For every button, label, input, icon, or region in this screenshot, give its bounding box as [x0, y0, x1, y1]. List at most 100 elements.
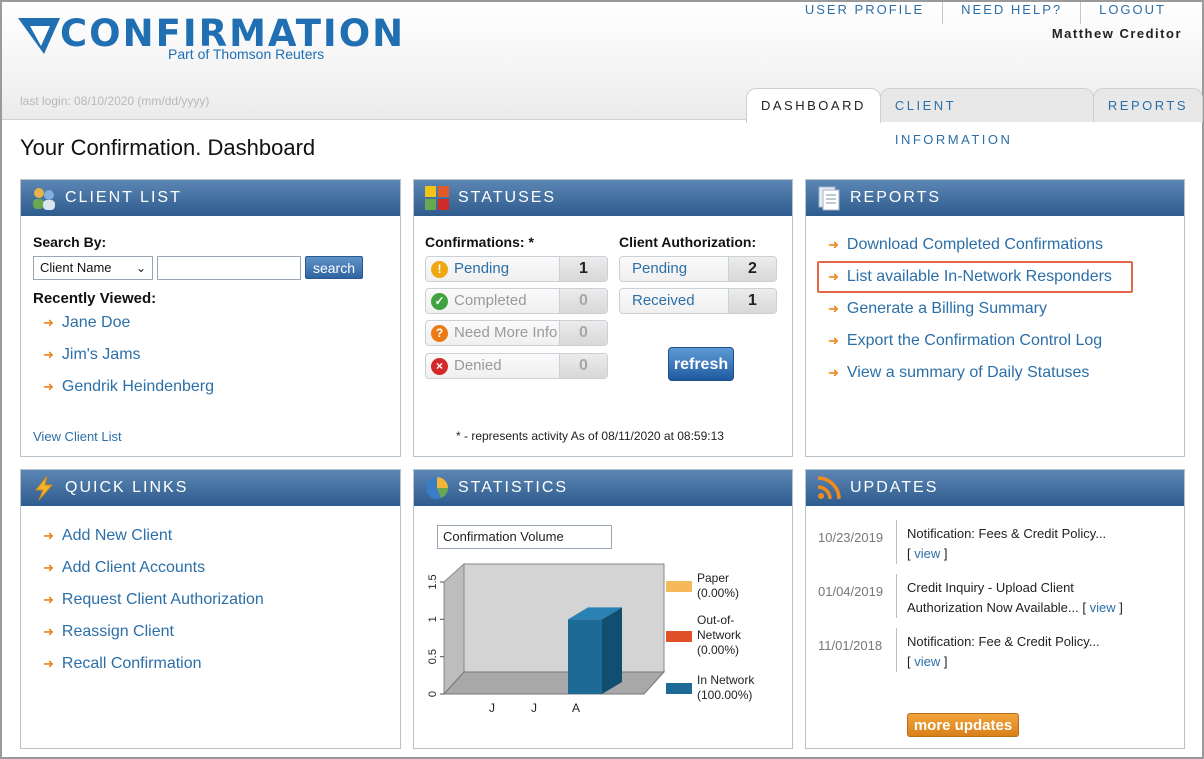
user-profile-link[interactable]: USER PROFILE	[787, 2, 942, 24]
chevron-down-icon: ⌄	[135, 261, 146, 275]
need-help-link[interactable]: NEED HELP?	[942, 2, 1080, 24]
report-link[interactable]: ➜ View a summary of Daily Statuses	[828, 364, 1089, 382]
logo-subtitle: Part of Thomson Reuters	[168, 46, 325, 62]
report-link[interactable]: ➜ List available In-Network Responders	[828, 268, 1112, 286]
people-icon	[33, 188, 55, 210]
view-update-link[interactable]: view	[1090, 600, 1116, 615]
arrow-right-icon: ➜	[43, 347, 54, 362]
report-link[interactable]: ➜ Export the Confirmation Control Log	[828, 332, 1102, 350]
chart-frame	[442, 562, 666, 696]
statistics-header: STATISTICS	[414, 470, 792, 506]
chart-side-wall	[443, 562, 465, 696]
update-text: Notification: Fee & Credit Policy... [ v…	[907, 634, 1100, 669]
arrow-right-icon: ➜	[828, 333, 839, 348]
updates-title: UPDATES	[850, 479, 939, 496]
legend-swatch-paper	[666, 581, 692, 592]
arrow-right-icon: ➜	[828, 269, 839, 284]
more-updates-button[interactable]: more updates	[907, 713, 1019, 737]
quick-link[interactable]: ➜ Add New Client	[43, 527, 172, 545]
legend-paper: Paper (0.00%)	[697, 571, 740, 600]
statuses-panel: STATUSES Confirmations: * Client Authori…	[413, 179, 793, 457]
search-input[interactable]	[157, 256, 301, 280]
legend-swatch-in-network	[666, 683, 692, 694]
update-divider	[896, 628, 897, 672]
confirmation-status-denied[interactable]: × Denied 0	[425, 353, 608, 379]
client-list-panel: CLIENT LIST Search By: Client Name ⌄ sea…	[20, 179, 401, 457]
search-by-value: Client Name	[40, 260, 112, 275]
header: CONFIRMATION Part of Thomson Reuters las…	[2, 2, 1203, 147]
check-icon: ✓	[431, 293, 448, 310]
bar-side	[602, 607, 622, 694]
reports-header: REPORTS	[806, 180, 1184, 216]
pie-chart-icon	[426, 477, 448, 499]
update-date: 11/01/2018	[818, 638, 883, 653]
tab-dashboard[interactable]: DASHBOARD	[746, 88, 881, 123]
refresh-button[interactable]: refresh	[668, 347, 734, 381]
view-update-link[interactable]: view	[914, 654, 940, 669]
recent-client-item[interactable]: ➜ Gendrik Heindenberg	[43, 378, 214, 396]
report-link[interactable]: ➜ Download Completed Confirmations	[828, 236, 1103, 254]
quick-links-panel: QUICK LINKS ➜ Add New Client ➜ Add Client …	[20, 469, 401, 749]
search-by-select[interactable]: Client Name ⌄	[33, 256, 153, 280]
update-text: Notification: Fees & Credit Policy... [ …	[907, 526, 1107, 561]
y-tick-label: 0.5	[427, 649, 439, 664]
last-login: last login: 08/10/2020 (mm/dd/yyyy)	[20, 94, 210, 108]
page-title: Your Confirmation. Dashboard	[20, 135, 316, 160]
client-list-header: CLIENT LIST	[21, 180, 400, 216]
x-tick-label: J	[531, 701, 537, 714]
recent-client-item[interactable]: ➜ Jane Doe	[43, 314, 130, 332]
x-icon: ×	[431, 358, 448, 375]
search-by-label: Search By:	[33, 234, 107, 250]
view-client-list-link[interactable]: View Client List	[33, 429, 122, 444]
recently-viewed-label: Recently Viewed:	[33, 290, 157, 307]
update-text: Credit Inquiry - Upload Client Authoriza…	[907, 580, 1123, 615]
status-grid-icon	[425, 186, 449, 210]
confirmation-status-pending[interactable]: ! Pending 1	[425, 256, 608, 282]
confirmations-label: Confirmations: *	[425, 234, 534, 250]
quick-link[interactable]: ➜ Reassign Client	[43, 623, 174, 641]
top-nav: USER PROFILE NEED HELP? LOGOUT	[787, 2, 1184, 24]
quick-link[interactable]: ➜ Add Client Accounts	[43, 559, 205, 577]
update-divider	[896, 574, 897, 618]
lightning-icon	[34, 475, 54, 501]
reports-title: REPORTS	[850, 189, 942, 206]
logo[interactable]: CONFIRMATION Part of Thomson Reuters	[16, 12, 403, 72]
document-icon	[818, 186, 840, 211]
arrow-right-icon: ➜	[828, 237, 839, 252]
view-update-link[interactable]: view	[914, 546, 940, 561]
arrow-right-icon: ➜	[43, 592, 54, 607]
report-link[interactable]: ➜ Generate a Billing Summary	[828, 300, 1047, 318]
update-date: 10/23/2019	[818, 530, 884, 545]
search-button[interactable]: search	[305, 256, 363, 279]
arrow-right-icon: ➜	[43, 560, 54, 575]
legend-in-network: In Network (100.00%)	[697, 673, 755, 702]
statistics-select[interactable]: Confirmation Volume	[437, 525, 612, 549]
updates-panel: UPDATES 10/23/2019 Notification: Fees & …	[805, 469, 1185, 749]
rss-icon	[817, 476, 841, 500]
quick-link[interactable]: ➜ Request Client Authorization	[43, 591, 264, 609]
statistics-panel: STATISTICS Confirmation Volume 0 0.5 1 1.5 J…	[413, 469, 793, 749]
arrow-right-icon: ➜	[43, 315, 54, 330]
arrow-right-icon: ➜	[43, 624, 54, 639]
arrow-right-icon: ➜	[828, 365, 839, 380]
confirmation-status-completed[interactable]: ✓ Completed 0	[425, 288, 608, 314]
authorization-status-pending[interactable]: Pending 2	[619, 256, 777, 282]
tab-client-information[interactable]: CLIENT INFORMATION	[879, 88, 1094, 147]
update-divider	[896, 520, 897, 564]
statuses-title: STATUSES	[458, 189, 557, 206]
quick-links-title: QUICK LINKS	[65, 479, 189, 496]
client-authorization-label: Client Authorization:	[619, 234, 757, 250]
updates-header: UPDATES	[806, 470, 1184, 506]
logout-link[interactable]: LOGOUT	[1080, 2, 1184, 24]
authorization-status-received[interactable]: Received 1	[619, 288, 777, 314]
update-date: 01/04/2019	[818, 584, 884, 599]
question-icon: ?	[431, 325, 448, 342]
x-tick-label: J	[489, 701, 495, 714]
confirmation-status-need-more-info[interactable]: ? Need More Info 0	[425, 320, 608, 346]
arrow-right-icon: ➜	[828, 301, 839, 316]
tab-reports[interactable]: REPORTS	[1092, 88, 1203, 122]
legend-swatch-out-of-network	[666, 631, 692, 642]
recent-client-item[interactable]: ➜ Jim's Jams	[43, 346, 141, 364]
quick-link[interactable]: ➜ Recall Confirmation	[43, 655, 202, 673]
x-tick-label: A	[572, 701, 580, 714]
